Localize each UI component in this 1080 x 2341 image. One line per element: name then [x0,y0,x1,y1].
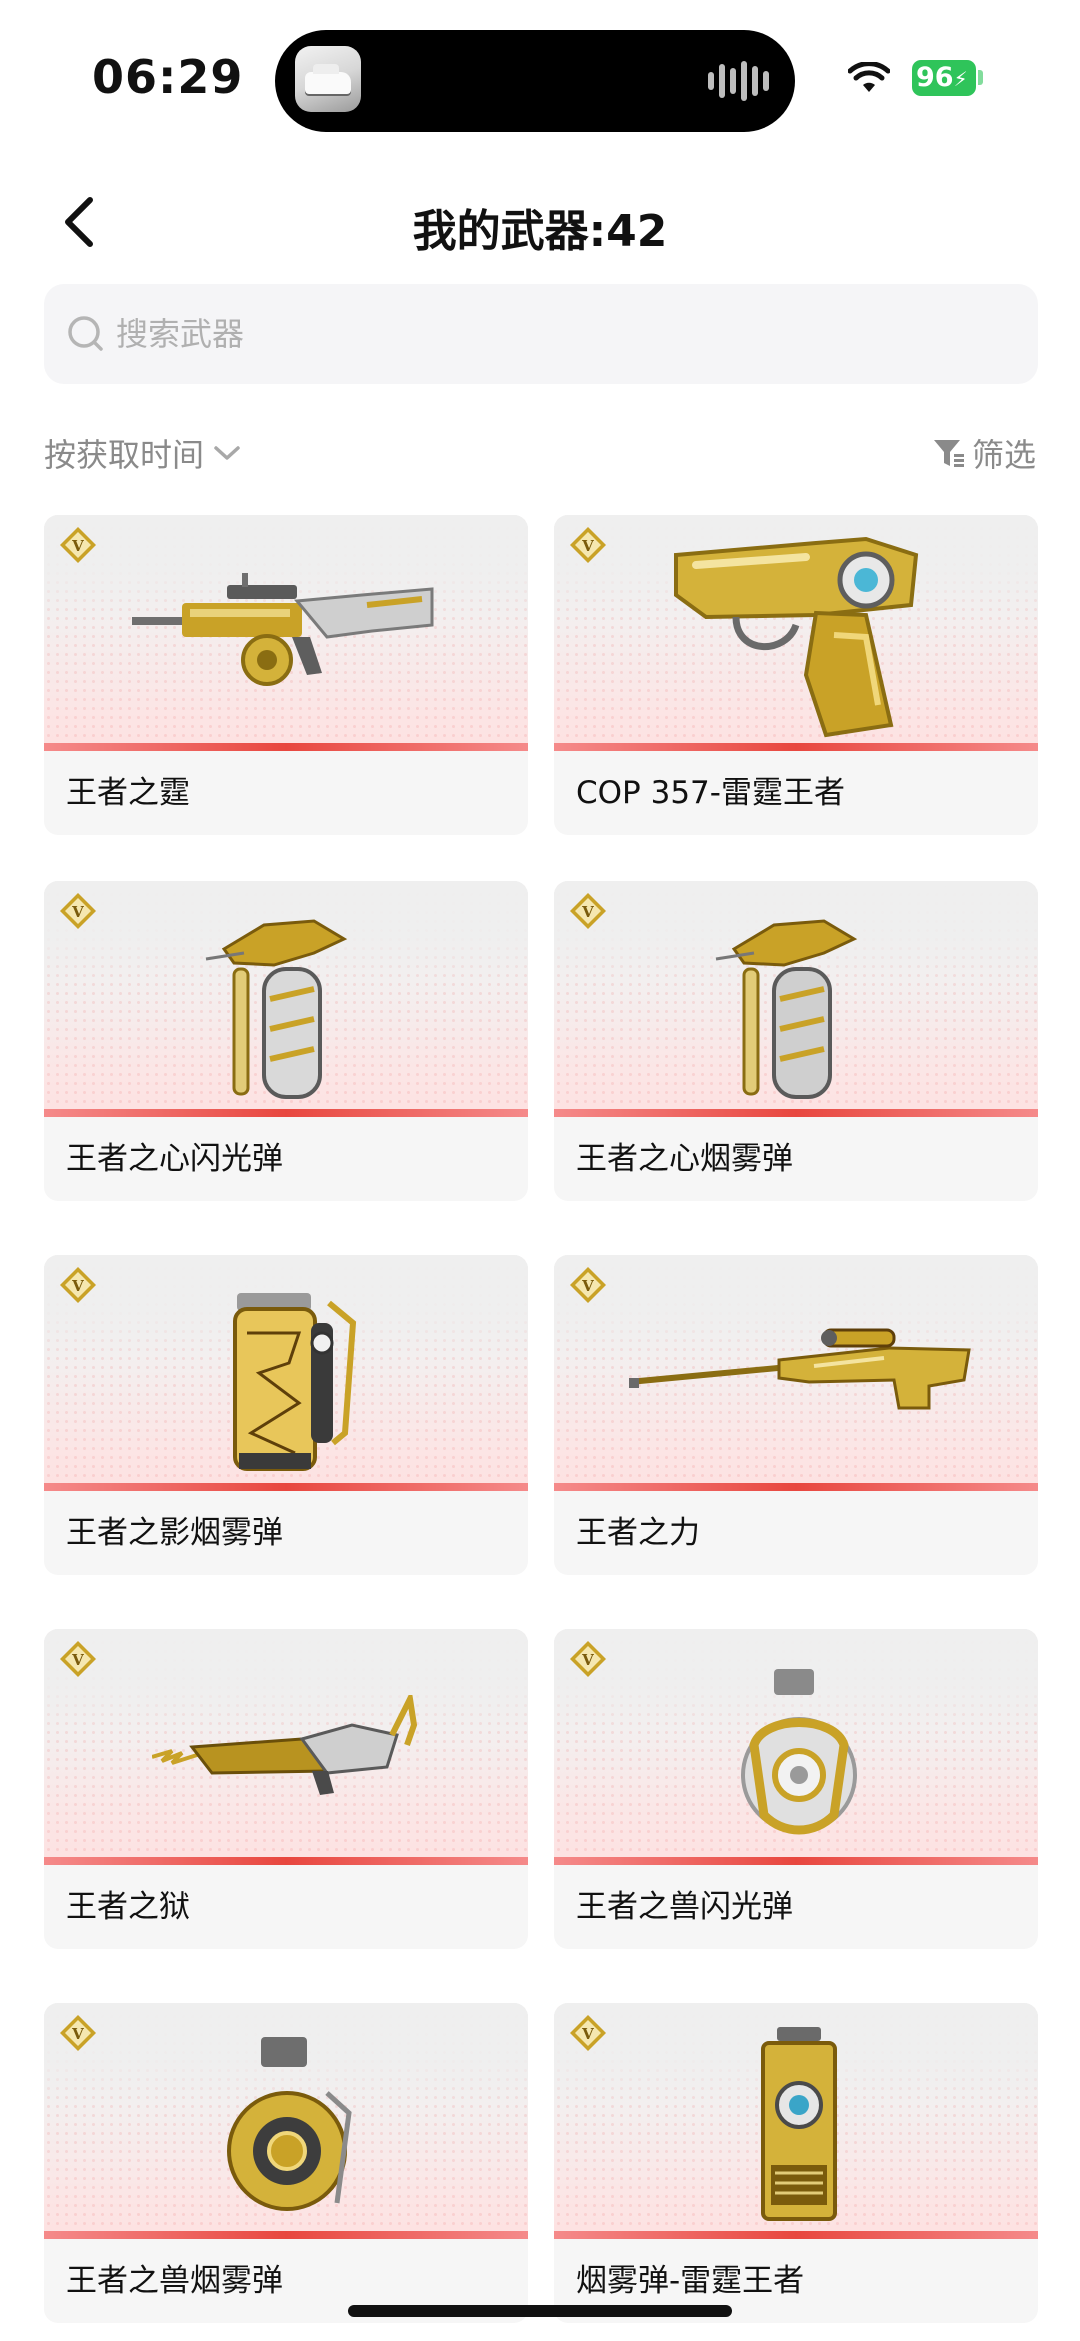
weapon-name: COP 357-雷霆王者 [576,775,845,811]
weapon-name: 王者之狱 [66,1889,190,1925]
card-divider [554,1857,1038,1865]
weapon-name: 王者之力 [576,1515,700,1551]
thunder-smoke-grenade-icon [761,2027,837,2221]
vip-badge-icon: V [570,1267,606,1303]
vip-badge-icon: V [570,2015,606,2051]
filter-button[interactable]: 筛选 [932,430,1036,476]
svg-text:V: V [71,1651,84,1669]
round-smoke-grenade-icon [227,2037,352,2211]
weapon-name: 王者之霆 [66,775,190,811]
dynamic-island[interactable] [275,30,795,132]
card-divider [44,1109,528,1117]
svg-text:V: V [71,2025,84,2043]
filter-label: 筛选 [971,436,1036,474]
svg-text:V: V [581,1277,594,1295]
weapon-card[interactable]: V 王者之心烟雾弹 [554,881,1038,1201]
search-input[interactable] [116,284,996,384]
vip-badge-icon: V [60,1641,96,1677]
search-box[interactable] [44,284,1038,384]
status-time: 06:29 [92,50,244,104]
card-divider [44,743,528,751]
weapon-name: 王者之影烟雾弹 [66,1515,283,1551]
card-divider [554,2231,1038,2239]
weapon-name: 王者之兽烟雾弹 [66,2263,283,2299]
weapon-card[interactable]: V 王者之兽烟雾弹 [44,2003,528,2323]
battery-cap [978,70,983,85]
svg-text:V: V [581,2025,594,2043]
page-title: 我的武器:42 [412,206,668,257]
sort-dropdown[interactable]: 按获取时间 [44,430,242,476]
vip-badge-icon: V [60,893,96,929]
weapon-card[interactable]: V 烟雾弹-雷霆王者 [554,2003,1038,2323]
weapon-name: 王者之兽闪光弹 [576,1889,793,1925]
weapon-card[interactable]: V 王者之霆 [44,515,528,835]
flash-grenade-icon [205,919,348,1099]
svg-text:V: V [71,1277,84,1295]
wifi-icon [848,62,890,92]
battery-level: 96 [916,62,954,93]
chevron-down-icon [214,446,240,460]
svg-text:V: V [71,537,84,555]
card-divider [44,1857,528,1865]
smoke-grenade-icon [715,919,858,1099]
weapon-card[interactable]: V 王者之力 [554,1255,1038,1575]
card-divider [44,1483,528,1491]
smoke-canister-icon [233,1293,357,1471]
live-activity-app-icon [295,46,361,112]
vip-badge-icon: V [60,2015,96,2051]
weapon-name: 王者之心烟雾弹 [576,1141,793,1177]
filter-icon [933,440,964,467]
svg-text:V: V [581,1651,594,1669]
card-divider [554,743,1038,751]
weapon-card[interactable]: V 王者之心闪光弹 [44,881,528,1201]
card-divider [44,2231,528,2239]
pistol-icon [674,536,919,738]
vip-badge-icon: V [60,1267,96,1303]
svg-text:V: V [71,903,84,921]
svg-text:V: V [581,537,594,555]
search-icon [68,316,103,351]
card-divider [554,1483,1038,1491]
dragon-rifle-icon [152,1695,418,1795]
card-divider [554,1109,1038,1117]
sniper-rifle-icon [629,1328,971,1410]
weapon-card[interactable]: V 王者之兽闪光弹 [554,1629,1038,1949]
audio-wave-icon [708,60,769,102]
round-flash-grenade-icon [741,1669,857,1835]
vip-badge-icon: V [570,893,606,929]
home-indicator[interactable] [348,2305,732,2317]
weapon-name: 王者之心闪光弹 [66,1141,283,1177]
weapon-card[interactable]: V COP 357-雷霆王者 [554,515,1038,835]
weapon-grid: V 王者之霆 V COP 357-雷霆王者 V 王者之心闪光弹 V 王者之心烟雾… [44,515,1038,2341]
vip-badge-icon: V [570,527,606,563]
status-bar: 06:29 96⚡ [0,0,1080,150]
vip-badge-icon: V [570,1641,606,1677]
weapon-card[interactable]: V 王者之狱 [44,1629,528,1949]
assault-rifle-icon [132,573,434,686]
vip-badge-icon: V [60,527,96,563]
svg-text:V: V [581,903,594,921]
sort-label: 按获取时间 [44,436,205,474]
battery-icon: 96⚡ [912,60,976,96]
weapon-card[interactable]: V 王者之影烟雾弹 [44,1255,528,1575]
